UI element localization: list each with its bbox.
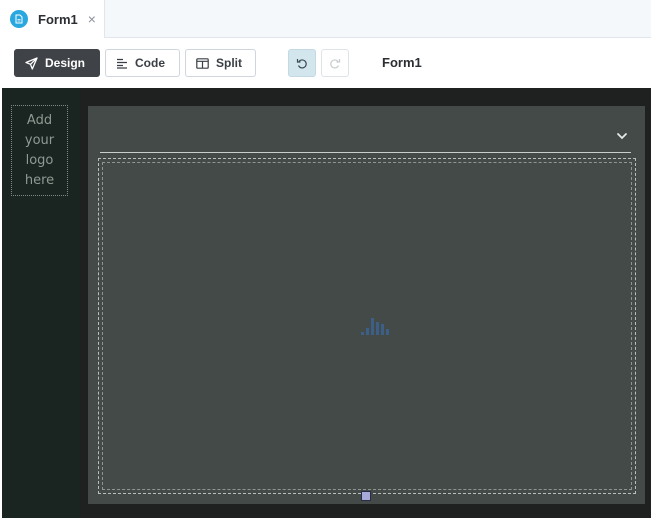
code-button-label: Code: [135, 56, 165, 70]
design-canvas: Add your logo here: [2, 88, 651, 518]
document-icon: [10, 10, 28, 28]
chevron-down-icon[interactable]: [616, 130, 628, 142]
tab-form1[interactable]: Form1 ×: [0, 0, 105, 38]
redo-button[interactable]: [321, 49, 349, 77]
tab-bar: Form1 ×: [0, 0, 651, 38]
split-view-icon: [196, 57, 209, 69]
paper-plane-icon: [25, 56, 38, 70]
align-left-icon: [116, 58, 128, 69]
drop-zone[interactable]: [98, 158, 636, 494]
header-divider: [100, 152, 631, 153]
form-area[interactable]: [88, 106, 645, 504]
canvas-sidebar: Add your logo here: [2, 88, 80, 518]
redo-icon: [330, 59, 341, 69]
design-button-label: Design: [45, 56, 86, 70]
design-button[interactable]: Design: [14, 49, 100, 77]
logo-placeholder[interactable]: Add your logo here: [11, 105, 68, 196]
tab-label: Form1: [38, 11, 78, 27]
resize-handle[interactable]: [361, 491, 371, 501]
form-designer-app: Form1 × Design Code Split Form1 Add your…: [0, 0, 651, 518]
close-icon[interactable]: ×: [88, 12, 96, 26]
undo-icon: [296, 59, 307, 69]
code-button[interactable]: Code: [105, 49, 180, 77]
loading-bars-icon: [361, 318, 389, 335]
form-title: Form1: [382, 55, 422, 70]
split-button[interactable]: Split: [185, 49, 256, 77]
undo-button[interactable]: [288, 49, 316, 77]
toolbar: Design Code Split Form1: [0, 38, 651, 88]
split-button-label: Split: [216, 56, 242, 70]
